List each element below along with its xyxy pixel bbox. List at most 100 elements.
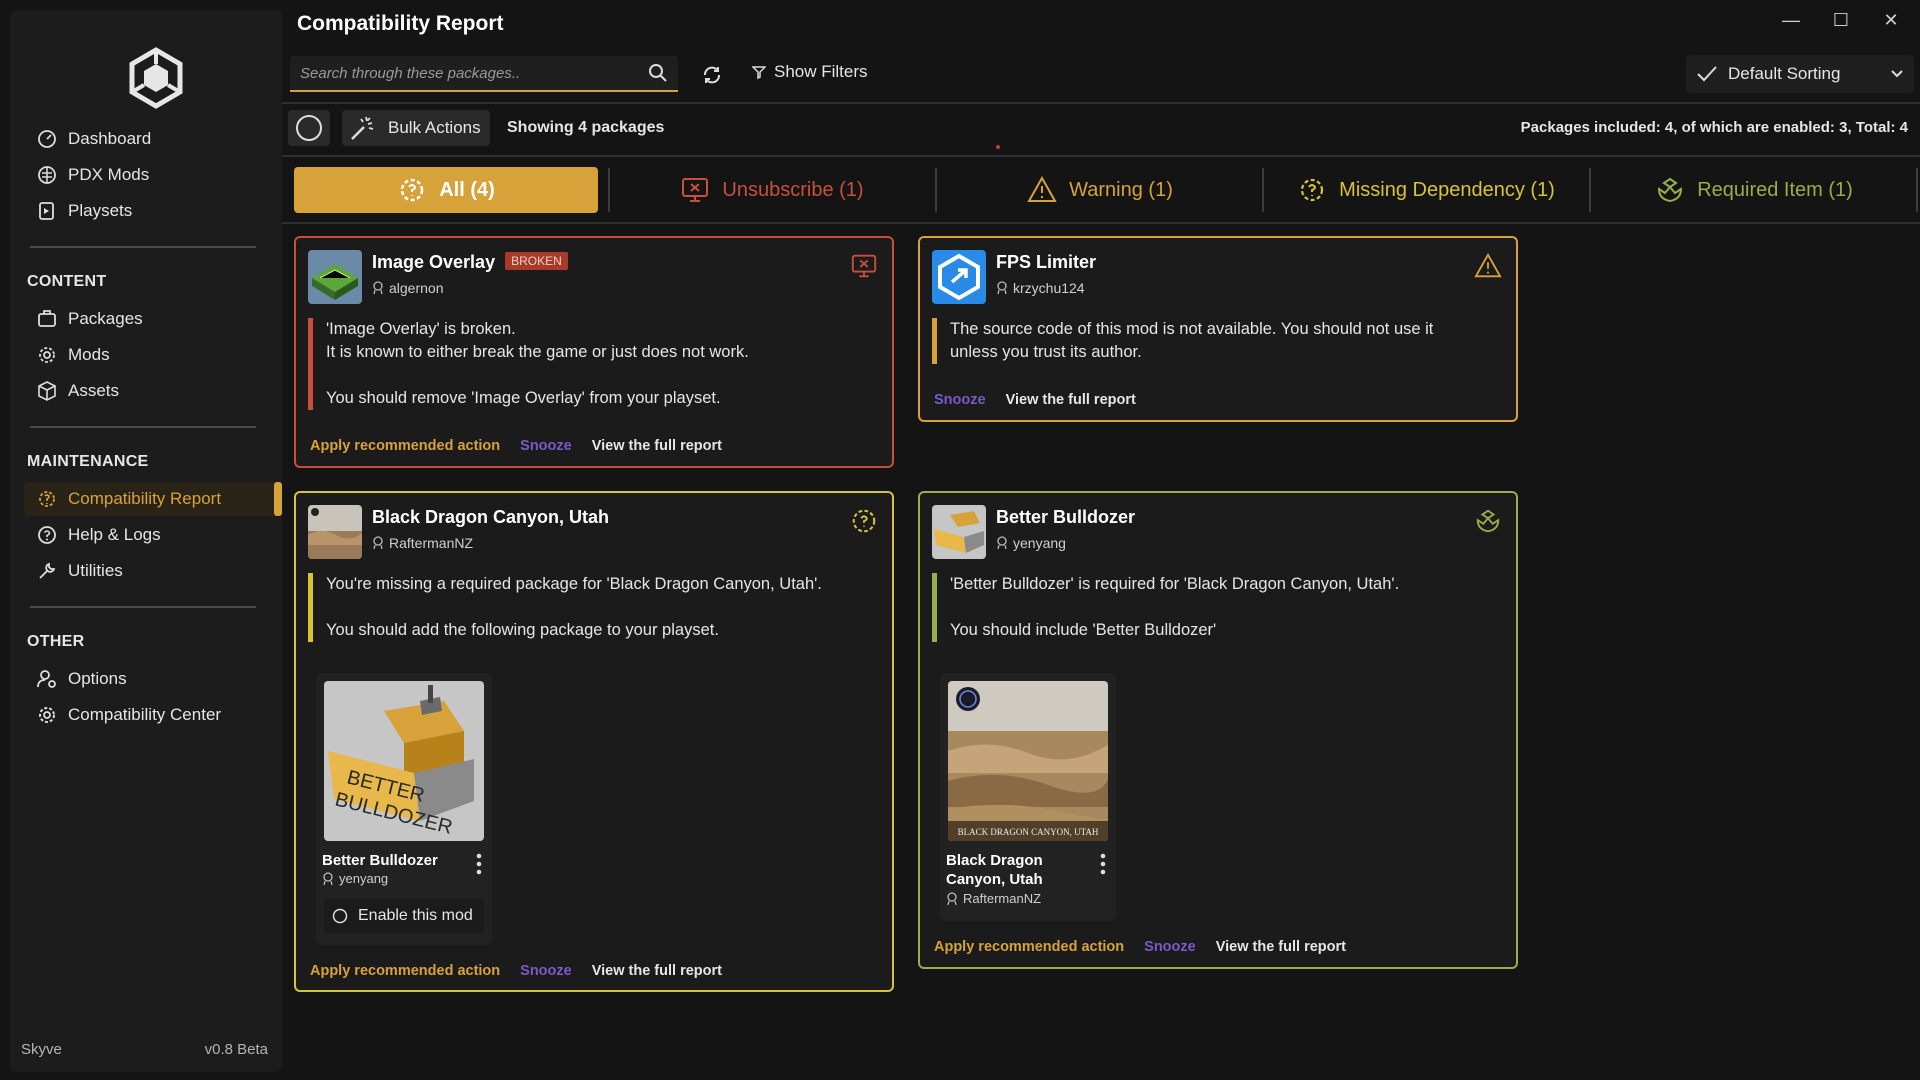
sidebar-item-playsets[interactable]: Playsets <box>24 194 282 228</box>
sidebar-label: Dashboard <box>68 129 152 148</box>
sidebar-item-dashboard[interactable]: Dashboard <box>24 122 282 156</box>
card-actions: Apply recommended action Snooze View the… <box>310 963 722 979</box>
author-icon <box>373 536 383 550</box>
required-item-icon <box>1658 177 1683 203</box>
sidebar-label: Mods <box>68 345 110 364</box>
tab-separator <box>1262 168 1264 212</box>
packages-icon <box>38 310 56 327</box>
search-icon[interactable] <box>648 63 668 83</box>
more-options-icon[interactable] <box>476 853 482 875</box>
tabs-divider-top <box>282 155 1920 157</box>
package-author: algernon <box>372 280 444 296</box>
bulk-actions-button[interactable]: Bulk Actions <box>342 110 490 146</box>
select-all-checkbox[interactable] <box>288 110 330 146</box>
search-box <box>290 56 678 92</box>
sidebar-item-assets[interactable]: Assets <box>24 374 282 408</box>
sidebar-item-compatibility-center[interactable]: Compatibility Center <box>24 698 282 732</box>
sidebar-item-utilities[interactable]: Utilities <box>24 554 282 588</box>
required-item-icon <box>1476 509 1500 533</box>
sidebar-item-options[interactable]: Options <box>24 662 282 696</box>
mods-icon <box>39 347 55 363</box>
snooze-link[interactable]: Snooze <box>520 963 572 979</box>
package-message: You're missing a required package for 'B… <box>308 573 822 642</box>
required-package-author: yenyang <box>322 871 388 886</box>
package-thumbnail <box>308 505 362 559</box>
author-icon <box>323 871 333 885</box>
sort-label: Default Sorting <box>1728 64 1841 83</box>
unsubscribe-icon <box>682 178 709 202</box>
package-card-image-overlay: Image Overlay BROKEN algernon 'Image Over… <box>294 236 894 468</box>
gear-icon <box>39 707 55 723</box>
sidebar-label: PDX Mods <box>68 165 150 184</box>
more-options-icon[interactable] <box>1100 853 1106 875</box>
enable-mod-toggle[interactable]: Enable this mod <box>324 899 484 933</box>
app-version: v0.8 Beta <box>204 1041 268 1058</box>
help-icon <box>38 526 56 544</box>
dashboard-icon <box>38 130 56 148</box>
package-thumbnail <box>932 505 986 559</box>
tab-all[interactable]: All (4) <box>294 167 598 213</box>
tab-unsubscribe[interactable]: Unsubscribe (1) <box>612 167 932 213</box>
sidebar-item-packages[interactable]: Packages <box>24 302 282 336</box>
tab-warning[interactable]: Warning (1) <box>940 167 1260 213</box>
view-full-report-link[interactable]: View the full report <box>1006 392 1136 408</box>
section-head-content: CONTENT <box>27 273 107 290</box>
card-actions: Snooze View the full report <box>934 392 1136 408</box>
toolbar-divider <box>282 102 1920 104</box>
refresh-button[interactable] <box>698 62 726 88</box>
search-input[interactable] <box>300 64 648 82</box>
required-package-author: RaftermanNZ <box>946 891 1041 906</box>
apply-recommended-action-link[interactable]: Apply recommended action <box>934 939 1124 955</box>
missing-dependency-icon <box>852 509 876 533</box>
required-package-name: Better Bulldozer <box>322 852 438 869</box>
sidebar-item-pdx-mods[interactable]: PDX Mods <box>24 158 282 192</box>
compatibility-icon <box>39 491 55 507</box>
tab-required-item[interactable]: Required Item (1) <box>1594 167 1914 213</box>
view-full-report-link[interactable]: View the full report <box>592 963 722 979</box>
tab-separator <box>608 168 610 212</box>
thumbnail-caption: BLACK DRAGON CANYON, UTAH <box>958 827 1099 837</box>
unsubscribe-icon <box>851 254 877 278</box>
package-message: The source code of this mod is not avail… <box>932 318 1433 364</box>
view-full-report-link[interactable]: View the full report <box>592 438 722 454</box>
sidebar-label: Compatibility Report <box>68 489 222 508</box>
tab-separator <box>1589 168 1591 212</box>
author-icon <box>947 891 957 905</box>
required-package-tile[interactable]: BETTER BULLDOZER Better Bulldozer yenyan… <box>316 673 492 945</box>
package-thumbnail <box>308 250 362 304</box>
sidebar-divider <box>30 426 256 428</box>
sidebar-item-mods[interactable]: Mods <box>24 338 282 372</box>
chevron-down-icon <box>1891 70 1903 78</box>
package-thumbnail: BETTER BULLDOZER <box>324 681 484 841</box>
skyve-logo <box>129 47 183 109</box>
author-icon <box>997 536 1007 550</box>
sidebar-label: Compatibility Center <box>68 705 222 724</box>
tab-missing-dependency[interactable]: Missing Dependency (1) <box>1266 167 1586 213</box>
required-package-tile[interactable]: BLACK DRAGON CANYON, UTAH Black Dragon C… <box>940 673 1116 921</box>
close-button[interactable]: ✕ <box>1876 10 1906 34</box>
snooze-link[interactable]: Snooze <box>934 392 986 408</box>
package-message: 'Image Overlay' is broken. It is known t… <box>308 318 749 410</box>
apply-recommended-action-link[interactable]: Apply recommended action <box>310 438 500 454</box>
maximize-button[interactable]: ☐ <box>1826 10 1856 34</box>
package-name: Better Bulldozer <box>996 507 1136 527</box>
snooze-link[interactable]: Snooze <box>520 438 572 454</box>
sort-dropdown[interactable]: Default Sorting <box>1686 55 1914 93</box>
minimize-button[interactable]: — <box>1776 10 1806 34</box>
apply-recommended-action-link[interactable]: Apply recommended action <box>310 963 500 979</box>
card-actions: Apply recommended action Snooze View the… <box>310 438 722 454</box>
sidebar-label: Help & Logs <box>68 525 161 544</box>
show-filters-button[interactable]: Show Filters <box>752 62 868 82</box>
filter-icon <box>752 66 766 79</box>
options-icon <box>37 670 56 688</box>
tab-label: Required Item (1) <box>1697 178 1853 201</box>
utilities-icon <box>39 562 56 579</box>
snooze-link[interactable]: Snooze <box>1144 939 1196 955</box>
sidebar-item-compatibility-report[interactable]: Compatibility Report <box>24 482 282 516</box>
packages-included-summary: Packages included: 4, of which are enabl… <box>1520 119 1908 136</box>
pdx-icon <box>38 166 56 184</box>
required-package-name: Black Dragon Canyon, Utah <box>946 852 1043 888</box>
sidebar-item-help-logs[interactable]: Help & Logs <box>24 518 282 552</box>
circle-checkbox-icon <box>332 908 348 924</box>
view-full-report-link[interactable]: View the full report <box>1216 939 1346 955</box>
